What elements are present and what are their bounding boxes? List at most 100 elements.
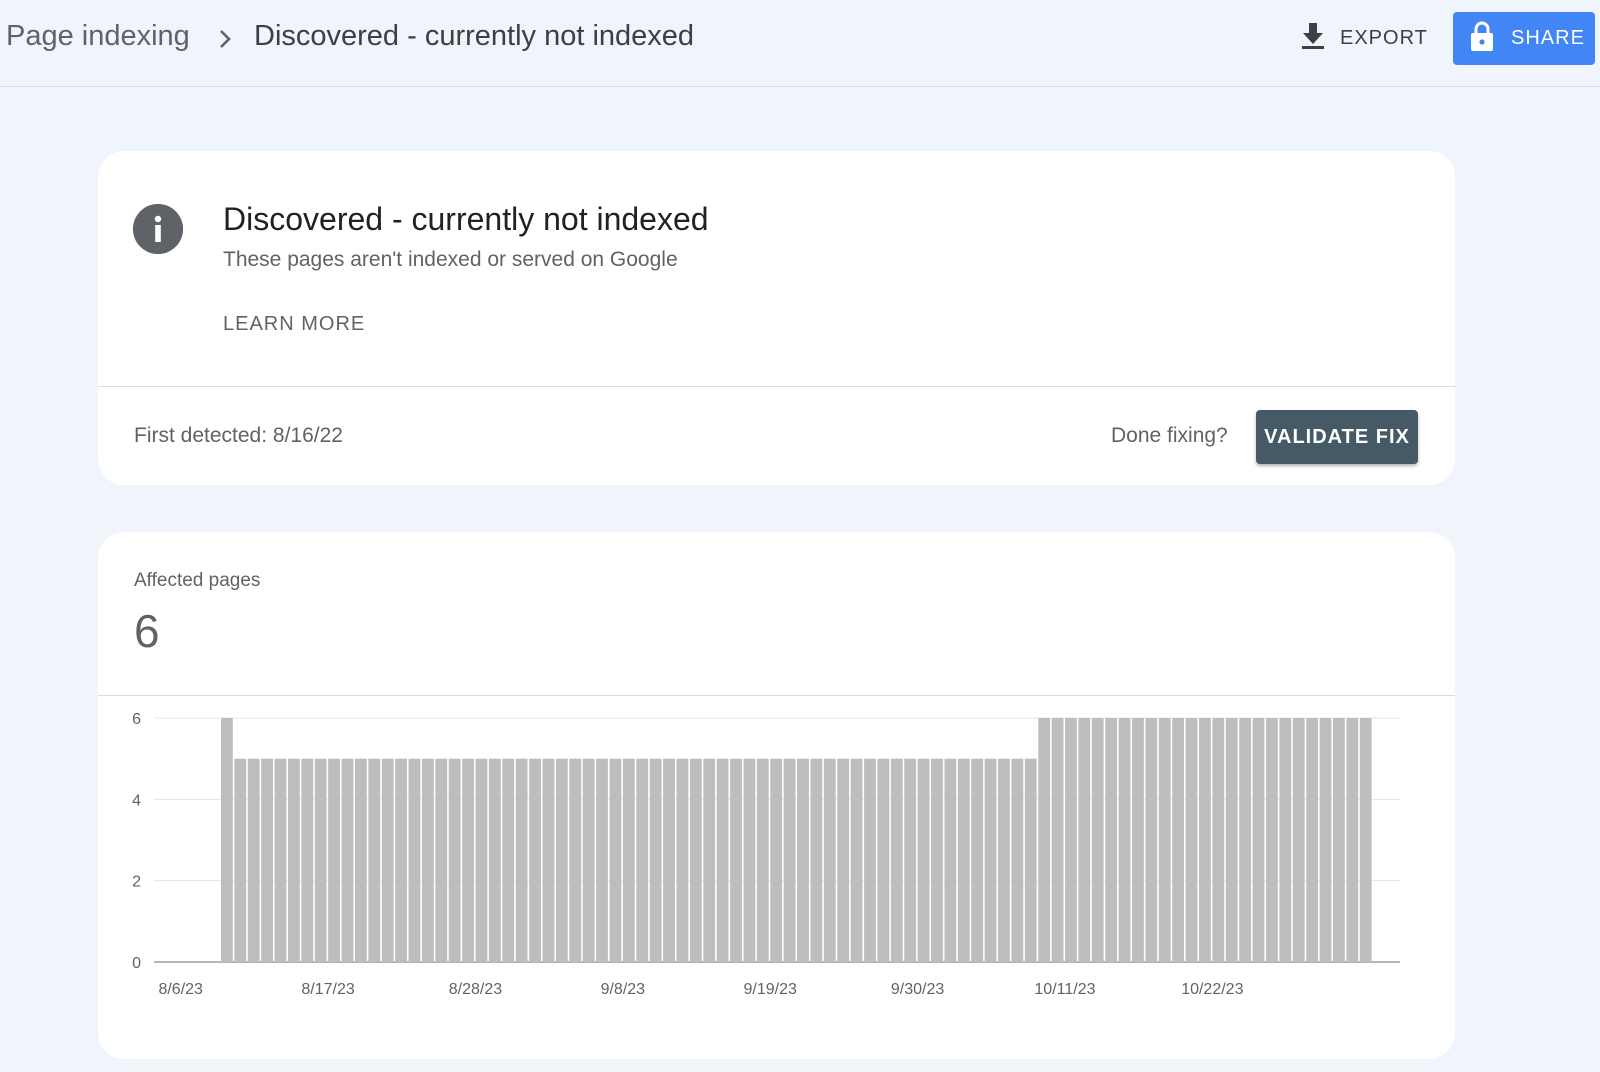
chart-bar[interactable] [381, 758, 394, 962]
chart-bar[interactable] [502, 758, 515, 962]
chart-bar[interactable] [1212, 718, 1225, 962]
chart-bar[interactable] [716, 758, 729, 962]
chart-bar[interactable] [1333, 718, 1345, 962]
chart-bar[interactable] [1011, 758, 1024, 962]
chart-bar[interactable] [1105, 718, 1118, 962]
chart-bar[interactable] [743, 758, 756, 962]
chart-bar[interactable] [395, 758, 407, 962]
chart-bar[interactable] [341, 758, 354, 962]
chart-bar[interactable] [287, 758, 300, 962]
chart-bar[interactable] [555, 758, 568, 962]
chart-bar[interactable] [770, 758, 783, 962]
chart-bar[interactable] [515, 758, 528, 962]
chart-bar[interactable] [783, 758, 796, 962]
chart-bar[interactable] [609, 758, 622, 962]
chart-bar[interactable] [622, 758, 635, 962]
chart-bar[interactable] [689, 758, 702, 962]
chart-bar[interactable] [448, 758, 461, 962]
chart-bar[interactable] [421, 758, 434, 962]
chart-bar[interactable] [1024, 758, 1037, 962]
chart-bar[interactable] [971, 758, 984, 962]
chart-bar[interactable] [1279, 718, 1292, 962]
chart-bar[interactable] [488, 758, 501, 962]
breadcrumb-current: Discovered - currently not indexed [254, 20, 695, 52]
breadcrumb-page-indexing[interactable]: Page indexing [6, 20, 190, 53]
chart-bar[interactable] [1292, 718, 1305, 962]
info-icon [133, 204, 183, 254]
chevron-right-icon [215, 27, 235, 51]
chart-bar[interactable] [1185, 718, 1198, 962]
chart-bar[interactable] [837, 758, 850, 962]
chart-bar[interactable] [877, 758, 890, 962]
chart-bar[interactable] [797, 758, 809, 962]
chart-bar[interactable] [1078, 718, 1091, 962]
chart-bar[interactable] [1346, 718, 1359, 962]
chart-bar[interactable] [220, 718, 233, 962]
export-button[interactable]: EXPORT [1300, 18, 1428, 58]
chart-bar[interactable] [850, 758, 863, 962]
chart-bar[interactable] [368, 758, 381, 962]
chart-bar[interactable] [1172, 718, 1185, 962]
chart-bar[interactable] [676, 758, 689, 962]
validate-fix-button[interactable]: VALIDATE FIX [1256, 410, 1418, 464]
chart-bar[interactable] [1266, 718, 1278, 962]
chart-bar[interactable] [649, 758, 662, 962]
chart-bar[interactable] [1239, 718, 1252, 962]
chart-bar[interactable] [542, 758, 555, 962]
chart-bar[interactable] [904, 758, 917, 962]
chart-bar[interactable] [529, 758, 541, 962]
chart-bar[interactable] [890, 758, 903, 962]
learn-more-link[interactable]: LEARN MORE [223, 313, 365, 336]
chart-bar[interactable] [301, 758, 314, 962]
chart-bar[interactable] [569, 758, 582, 962]
chart-bar[interactable] [1091, 718, 1104, 962]
y-tick-label: 2 [132, 874, 141, 891]
chart-bar[interactable] [864, 758, 876, 962]
chart-bar[interactable] [944, 758, 957, 962]
chart-bar[interactable] [730, 758, 742, 962]
chart-bar[interactable] [1225, 718, 1238, 962]
chart-bar[interactable] [234, 758, 247, 962]
chart-bar[interactable] [663, 758, 675, 962]
chart-bar[interactable] [1252, 718, 1265, 962]
chart-bar[interactable] [354, 758, 367, 962]
chart-bar[interactable] [1118, 718, 1131, 962]
export-label: EXPORT [1340, 26, 1428, 49]
chart-bar[interactable] [636, 758, 649, 962]
x-tick-label: 10/22/23 [1181, 981, 1243, 998]
chart-bar[interactable] [462, 758, 474, 962]
chart-bar[interactable] [1065, 718, 1077, 962]
chart-bar[interactable] [810, 758, 823, 962]
chart-bar[interactable] [435, 758, 448, 962]
chart-bar[interactable] [1319, 718, 1332, 962]
chart-bar[interactable] [957, 758, 970, 962]
divider [98, 386, 1455, 387]
chart-bar[interactable] [1051, 718, 1064, 962]
chart-bar[interactable] [596, 758, 608, 962]
chart-bar[interactable] [1199, 718, 1211, 962]
chart-bar[interactable] [931, 758, 943, 962]
chart-bar[interactable] [1038, 718, 1051, 962]
issue-title: Discovered - currently not indexed [223, 201, 709, 237]
chart-bar[interactable] [1132, 718, 1144, 962]
chart-bar[interactable] [998, 758, 1010, 962]
chart-bar[interactable] [274, 758, 287, 962]
chart-bar[interactable] [756, 758, 769, 962]
chart-bar[interactable] [314, 758, 327, 962]
share-button[interactable]: SHARE [1453, 12, 1595, 65]
chart-bar[interactable] [261, 758, 273, 962]
chart-bar[interactable] [582, 758, 595, 962]
chart-bar[interactable] [1158, 718, 1171, 962]
chart-bar[interactable] [703, 758, 716, 962]
chart-bar[interactable] [1306, 718, 1319, 962]
chart-bar[interactable] [984, 758, 997, 962]
chart-bar[interactable] [823, 758, 836, 962]
chart-bar[interactable] [917, 758, 930, 962]
chart-bar[interactable] [1145, 718, 1158, 962]
chart-bar[interactable] [475, 758, 488, 962]
chart-bar[interactable] [408, 758, 421, 962]
chart-bar[interactable] [247, 758, 260, 962]
chart-bar[interactable] [1359, 718, 1372, 962]
chart-bar[interactable] [328, 758, 340, 962]
first-detected: First detected: 8/16/22 [134, 424, 343, 447]
